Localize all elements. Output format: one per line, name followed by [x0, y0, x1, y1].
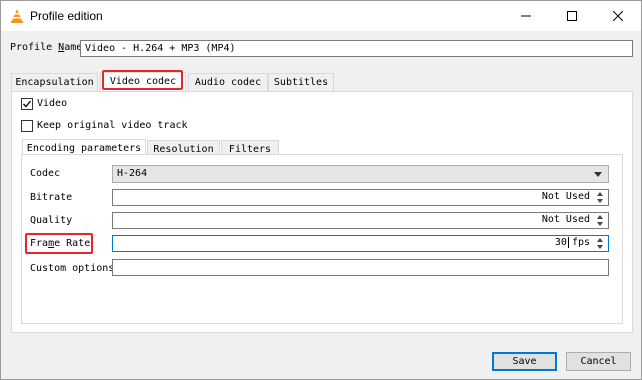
title-bar: Profile edition [1, 1, 641, 31]
profile-edition-window: Profile edition Profile Name Video - H.2… [0, 0, 642, 380]
minimize-button[interactable] [503, 1, 549, 31]
custom-options-label: Custom options [30, 263, 115, 274]
spin-arrows-icon[interactable] [595, 237, 607, 250]
frame-rate-highlight [25, 233, 93, 254]
frame-rate-spinbox[interactable]: 30 fps [112, 235, 609, 252]
custom-options-input[interactable] [112, 259, 609, 276]
minimize-icon [521, 15, 531, 17]
tab-subtitles[interactable]: Subtitles [268, 73, 334, 91]
codec-select[interactable]: H-264 [112, 165, 609, 183]
keep-original-video-checkbox[interactable] [21, 120, 33, 132]
quality-label: Quality [30, 215, 73, 226]
close-icon [613, 11, 623, 21]
close-button[interactable] [595, 1, 641, 31]
profile-name-label-pre: Profile [10, 42, 59, 53]
video-checkbox[interactable] [21, 98, 33, 110]
frame-rate-unit: fps [571, 237, 590, 248]
bitrate-label: Bitrate [30, 192, 73, 203]
vlc-cone-icon [11, 9, 23, 23]
codec-label: Codec [30, 168, 61, 179]
checkmark-icon [23, 100, 32, 108]
save-button[interactable]: Save [492, 352, 557, 371]
spin-arrows-icon[interactable] [595, 191, 607, 204]
spin-arrows-icon[interactable] [595, 214, 607, 227]
quality-value: Not Used [541, 214, 590, 225]
bitrate-value: Not Used [541, 191, 590, 202]
codec-value: H-264 [117, 168, 148, 179]
cancel-button[interactable]: Cancel [566, 352, 631, 371]
maximize-icon [567, 11, 577, 21]
profile-name-input[interactable]: Video - H.264 + MP3 (MP4) [80, 40, 633, 57]
tab-audio-codec[interactable]: Audio codec [188, 73, 268, 91]
frame-rate-value: 30 [554, 237, 567, 248]
frame-rate-display: 30 fps [555, 237, 590, 248]
video-codec-tab-highlight [102, 70, 183, 90]
tab-encapsulation[interactable]: Encapsulation [11, 73, 98, 91]
profile-name-label: Profile Name [10, 42, 82, 53]
window-title: Profile edition [30, 9, 103, 23]
chevron-down-icon [594, 172, 602, 177]
maximize-button[interactable] [549, 1, 595, 31]
quality-spinbox[interactable]: Not Used [112, 212, 609, 229]
keep-original-video-label: Keep original video track [37, 120, 188, 131]
video-checkbox-label: Video [37, 98, 68, 109]
bitrate-spinbox[interactable]: Not Used [112, 189, 609, 206]
profile-name-value: Video - H.264 + MP3 (MP4) [85, 43, 236, 54]
